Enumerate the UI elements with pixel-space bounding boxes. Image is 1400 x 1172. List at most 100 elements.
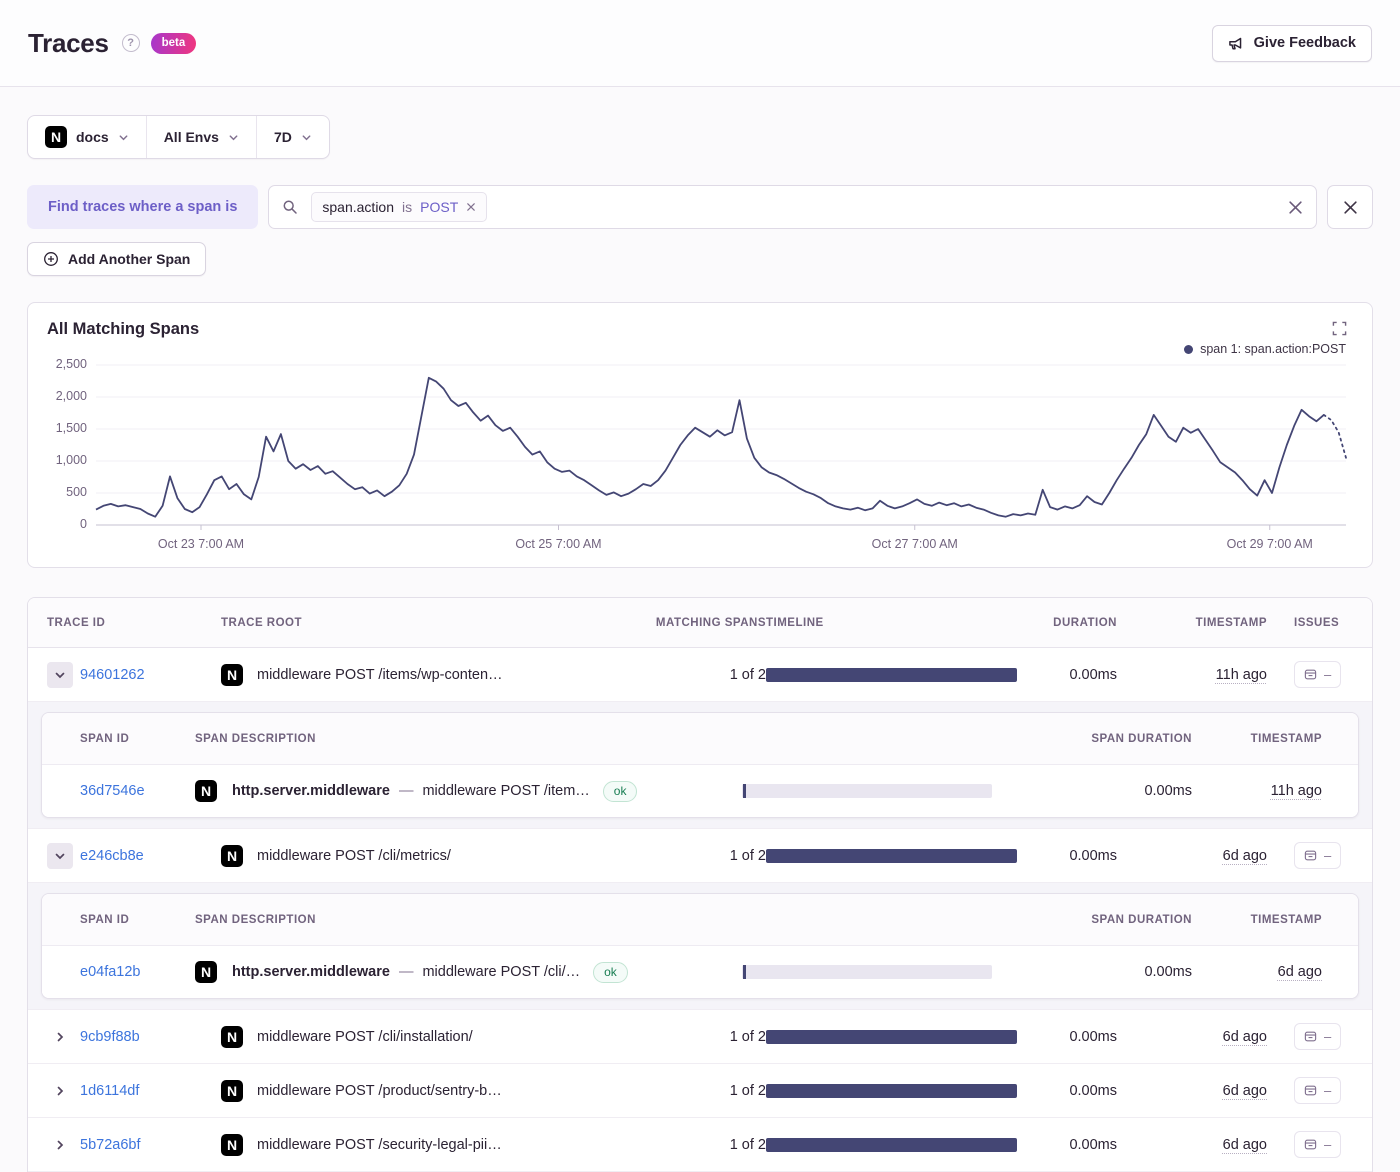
add-another-span-button[interactable]: Add Another Span xyxy=(27,242,206,276)
col-timestamp: TIMESTAMP xyxy=(1117,617,1267,629)
page-title: Traces xyxy=(28,28,109,59)
span-duration-bar[interactable] xyxy=(742,784,992,798)
megaphone-icon xyxy=(1228,35,1245,52)
span-duration-bar[interactable] xyxy=(742,965,992,979)
span-duration-tick xyxy=(743,784,746,798)
token-key: span.action xyxy=(322,199,394,215)
chevron-down-icon xyxy=(118,132,129,143)
trace-duration: 0.00ms xyxy=(1017,667,1117,683)
help-icon[interactable]: ? xyxy=(122,34,140,52)
trace-row: 5b72a6bf N middleware POST /security-leg… xyxy=(28,1118,1372,1172)
chart-legend[interactable]: span 1: span.action:POST xyxy=(47,339,1346,359)
span-description-text: middleware POST /cli/… xyxy=(422,964,580,980)
trace-timestamp[interactable]: 11h ago xyxy=(1216,667,1267,683)
span-description-text: middleware POST /item… xyxy=(422,783,589,799)
issues-box-icon xyxy=(1304,1138,1317,1151)
issues-count: – xyxy=(1324,1083,1331,1098)
environment-filter-label: All Envs xyxy=(164,129,219,145)
col-span-timestamp: TIMESTAMP xyxy=(1192,733,1322,745)
expand-chevron-button[interactable] xyxy=(47,662,73,688)
trace-id-link[interactable]: 9cb9f88b xyxy=(80,1029,140,1045)
page-filter-bar: N docs All Envs 7D xyxy=(27,115,330,159)
span-operation: http.server.middleware xyxy=(232,964,390,980)
spans-chart-area[interactable]: 05001,0001,5002,0002,500 Oct 23 7:00 AMO… xyxy=(47,359,1346,555)
span-id-link[interactable]: 36d7546e xyxy=(70,783,195,799)
plus-circle-icon xyxy=(43,251,59,267)
issues-box-icon xyxy=(1304,1030,1317,1043)
span-duration-value: 0.00ms xyxy=(992,964,1192,980)
give-feedback-button[interactable]: Give Feedback xyxy=(1212,25,1372,62)
trace-timeline-bar[interactable] xyxy=(766,1138,1017,1152)
fullscreen-icon[interactable] xyxy=(1332,321,1347,336)
project-filter-label: docs xyxy=(76,129,109,145)
trace-row: 9cb9f88b N middleware POST /cli/installa… xyxy=(28,1010,1372,1064)
col-span-timestamp: TIMESTAMP xyxy=(1192,914,1322,926)
date-range-filter[interactable]: 7D xyxy=(256,116,329,158)
filter-token[interactable]: span.action is POST xyxy=(311,192,487,222)
matching-spans-count: 1 of 2 xyxy=(646,848,766,864)
trace-timeline-bar[interactable] xyxy=(766,1030,1017,1044)
chart-title: All Matching Spans xyxy=(47,320,1346,339)
trace-timeline-bar[interactable] xyxy=(766,668,1017,682)
beta-badge: beta xyxy=(151,33,197,54)
span-status-badge: ok xyxy=(593,962,628,983)
expand-chevron-button[interactable] xyxy=(47,1132,73,1158)
trace-row: e246cb8e N middleware POST /cli/metrics/… xyxy=(28,829,1372,883)
issues-button[interactable]: – xyxy=(1294,661,1341,688)
trace-timestamp[interactable]: 6d ago xyxy=(1223,1083,1267,1099)
nextjs-project-icon: N xyxy=(221,664,243,686)
trace-id-link[interactable]: 1d6114df xyxy=(80,1083,139,1099)
token-operator: is xyxy=(402,199,412,215)
col-span-description: SPAN DESCRIPTION xyxy=(195,914,742,926)
col-timeline: TIMELINE xyxy=(766,617,1017,629)
matching-spans-count: 1 of 2 xyxy=(646,1083,766,1099)
trace-timeline-bar[interactable] xyxy=(766,1084,1017,1098)
token-remove-icon[interactable] xyxy=(466,202,476,212)
project-filter[interactable]: N docs xyxy=(28,116,146,158)
span-operation: http.server.middleware xyxy=(232,783,390,799)
x-axis-tick-label: Oct 29 7:00 AM xyxy=(1227,537,1313,551)
trace-table-body: 94601262 N middleware POST /items/wp-con… xyxy=(28,648,1372,1172)
issues-button[interactable]: – xyxy=(1294,1131,1341,1158)
trace-id-link[interactable]: 5b72a6bf xyxy=(80,1137,140,1153)
y-axis-tick-label: 2,500 xyxy=(47,357,87,371)
trace-timestamp[interactable]: 6d ago xyxy=(1223,1137,1267,1153)
expand-chevron-button[interactable] xyxy=(47,1078,73,1104)
span-filter-row: Find traces where a span is span.action … xyxy=(27,185,1373,229)
trace-root-text: middleware POST /items/wp-conten… xyxy=(257,667,503,683)
clear-search-icon[interactable] xyxy=(1288,200,1303,215)
col-span-description: SPAN DESCRIPTION xyxy=(195,733,742,745)
chevron-down-icon xyxy=(228,132,239,143)
remove-span-filter-button[interactable] xyxy=(1327,185,1373,229)
y-axis-tick-label: 500 xyxy=(47,485,87,499)
issues-count: – xyxy=(1324,1029,1331,1044)
trace-id-link[interactable]: 94601262 xyxy=(80,667,145,683)
expand-chevron-button[interactable] xyxy=(47,843,73,869)
trace-root-text: middleware POST /cli/metrics/ xyxy=(257,848,451,864)
spans-line-chart[interactable] xyxy=(96,365,1346,537)
issues-box-icon xyxy=(1304,849,1317,862)
x-axis-tick-label: Oct 25 7:00 AM xyxy=(515,537,601,551)
issues-button[interactable]: – xyxy=(1294,1077,1341,1104)
issues-button[interactable]: – xyxy=(1294,842,1341,869)
span-id-link[interactable]: e04fa12b xyxy=(70,964,195,980)
trace-duration: 0.00ms xyxy=(1017,848,1117,864)
col-trace-root: TRACE ROOT xyxy=(191,617,646,629)
trace-timeline-bar[interactable] xyxy=(766,849,1017,863)
span-search-input[interactable]: span.action is POST xyxy=(268,185,1317,229)
environment-filter[interactable]: All Envs xyxy=(146,116,256,158)
span-timestamp[interactable]: 11h ago xyxy=(1271,783,1322,799)
span-timestamp[interactable]: 6d ago xyxy=(1278,964,1322,980)
nextjs-project-icon: N xyxy=(195,961,217,983)
expand-chevron-button[interactable] xyxy=(47,1024,73,1050)
span-duration-value: 0.00ms xyxy=(992,783,1192,799)
trace-timestamp[interactable]: 6d ago xyxy=(1223,1029,1267,1045)
trace-timestamp[interactable]: 6d ago xyxy=(1223,848,1267,864)
span-card: SPAN ID SPAN DESCRIPTION SPAN DURATION T… xyxy=(41,893,1359,999)
issues-button[interactable]: – xyxy=(1294,1023,1341,1050)
chevron-down-icon xyxy=(301,132,312,143)
y-axis-tick-label: 1,000 xyxy=(47,453,87,467)
top-bar: Traces ? beta Give Feedback xyxy=(0,0,1400,87)
trace-id-link[interactable]: e246cb8e xyxy=(80,848,144,864)
legend-label: span 1: span.action:POST xyxy=(1200,342,1346,356)
